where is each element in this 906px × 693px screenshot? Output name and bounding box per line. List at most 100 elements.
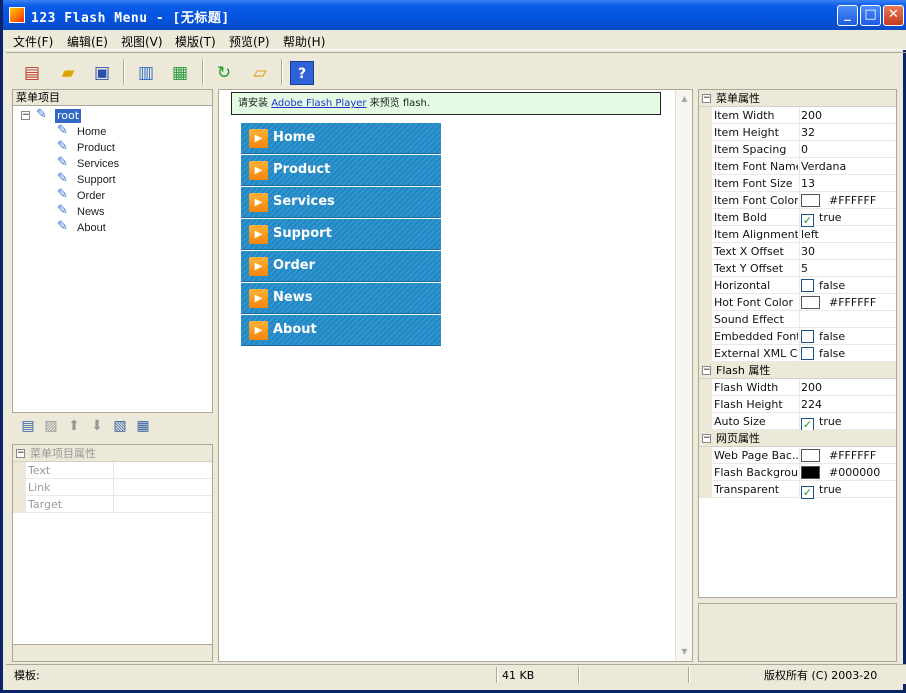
prop-row-text[interactable]: Text (13, 462, 212, 479)
help-icon[interactable]: ? (290, 61, 314, 85)
add-item-icon[interactable]: ▤ (19, 417, 37, 435)
checkbox[interactable] (801, 330, 814, 343)
prop-row[interactable]: Item Alignment left (699, 226, 896, 243)
prop-value[interactable]: #000000 (801, 465, 880, 480)
publish-icon[interactable]: ▦ (168, 61, 192, 85)
menu-file[interactable]: 文件(F) (13, 33, 53, 50)
prop-row[interactable]: Item Height 32 (699, 124, 896, 141)
prop-value[interactable]: left (801, 227, 819, 242)
prop-value[interactable]: ✓ true (801, 414, 842, 431)
prop-row[interactable]: Horizontal false (699, 277, 896, 294)
prop-row[interactable]: Text X Offset 30 (699, 243, 896, 260)
prop-row[interactable]: Embedded Font false (699, 328, 896, 345)
collapse-icon[interactable]: − (702, 434, 711, 443)
prop-value[interactable]: 224 (801, 397, 822, 412)
collapse-icon[interactable]: − (702, 366, 711, 375)
outdent-icon[interactable]: ▦ (134, 417, 152, 435)
prop-row[interactable]: Auto Size ✓ true (699, 413, 896, 431)
prop-value[interactable]: #FFFFFF (801, 295, 876, 310)
refresh-icon[interactable]: ↻ (212, 61, 236, 85)
color-swatch[interactable] (801, 466, 820, 479)
tree-item-product[interactable]: Product (77, 140, 115, 156)
color-swatch[interactable] (801, 449, 820, 462)
page-properties-header[interactable]: − 网页属性 (699, 430, 896, 447)
indent-icon[interactable]: ▧ (111, 417, 129, 435)
prop-row[interactable]: Transparent ✓ true (699, 481, 896, 499)
save-icon[interactable]: ▣ (90, 61, 114, 85)
prop-value[interactable]: Verdana (801, 159, 846, 174)
prop-row[interactable]: Item Bold ✓ true (699, 209, 896, 227)
prop-value[interactable]: false (801, 346, 845, 361)
tree-item-services[interactable]: Services (77, 156, 119, 172)
prop-row-target[interactable]: Target (13, 496, 212, 513)
maximize-button[interactable]: □ (860, 5, 881, 26)
flash-player-link[interactable]: Adobe Flash Player (271, 98, 366, 109)
scroll-down-arrow[interactable]: ▼ (677, 644, 692, 659)
prop-row[interactable]: Hot Font Color #FFFFFF (699, 294, 896, 311)
settings-folder-icon[interactable]: ▱ (248, 61, 272, 85)
tree-item-news[interactable]: News (77, 204, 105, 220)
color-swatch[interactable] (801, 194, 820, 207)
prop-value[interactable]: #FFFFFF (801, 193, 876, 208)
scroll-up-arrow[interactable]: ▲ (677, 91, 692, 106)
prop-value[interactable]: 30 (801, 244, 815, 259)
checkbox[interactable] (801, 347, 814, 360)
new-icon[interactable]: ▤ (20, 61, 44, 85)
menu-edit[interactable]: 编辑(E) (67, 33, 108, 50)
tree-item-order[interactable]: Order (77, 188, 105, 204)
preview-item-support[interactable]: ▶ Support (241, 219, 441, 250)
prop-value[interactable]: 13 (801, 176, 815, 191)
prop-value[interactable]: false (801, 278, 845, 293)
prop-value[interactable]: 200 (801, 108, 822, 123)
item-properties-header[interactable]: − 菜单项目属性 (13, 445, 212, 462)
prop-value[interactable]: 0 (801, 142, 808, 157)
tree-item-support[interactable]: Support (77, 172, 116, 188)
prop-row[interactable]: External XML C...false (699, 345, 896, 362)
color-swatch[interactable] (801, 296, 820, 309)
collapse-icon[interactable]: − (702, 94, 711, 103)
prop-value[interactable]: ✓ true (801, 210, 842, 227)
preview-scrollbar[interactable]: ▲ ▼ (675, 90, 692, 661)
preview-item-services[interactable]: ▶ Services (241, 187, 441, 218)
preview-item-home[interactable]: ▶ Home (241, 123, 441, 154)
tree-root[interactable]: root (55, 109, 82, 123)
preview-item-about[interactable]: ▶ About (241, 315, 441, 346)
menu-preview[interactable]: 预览(P) (229, 33, 270, 50)
move-down-icon[interactable]: ⬇ (88, 417, 106, 435)
prop-value[interactable]: 5 (801, 261, 808, 276)
collapse-icon[interactable]: − (16, 449, 25, 458)
open-folder-icon[interactable]: ▰ (56, 61, 80, 85)
preview-item-product[interactable]: ▶ Product (241, 155, 441, 186)
tree-item-home[interactable]: Home (77, 124, 106, 140)
prop-row[interactable]: Item Font Size 13 (699, 175, 896, 192)
title-bar[interactable]: 123 Flash Menu - [无标题] _ □ ✕ (3, 0, 906, 30)
prop-row[interactable]: Item Font Name Verdana (699, 158, 896, 175)
move-up-icon[interactable]: ⬆ (65, 417, 83, 435)
menu-template[interactable]: 模版(T) (175, 33, 216, 50)
menu-properties-header[interactable]: − 菜单属性 (699, 90, 896, 107)
prop-row[interactable]: Web Page Bac... #FFFFFF (699, 447, 896, 464)
preview-item-order[interactable]: ▶ Order (241, 251, 441, 282)
export-icon[interactable]: ▥ (134, 61, 158, 85)
preview-item-news[interactable]: ▶ News (241, 283, 441, 314)
minimize-button[interactable]: _ (837, 5, 858, 26)
prop-row[interactable]: Flash Height 224 (699, 396, 896, 413)
checkbox[interactable] (801, 279, 814, 292)
checkbox[interactable]: ✓ (801, 486, 814, 499)
prop-row-link[interactable]: Link (13, 479, 212, 496)
flash-properties-header[interactable]: − Flash 属性 (699, 362, 896, 379)
tree-item-about[interactable]: About (77, 220, 106, 236)
prop-value[interactable]: #FFFFFF (801, 448, 876, 463)
prop-value[interactable]: false (801, 329, 845, 344)
prop-value[interactable]: ✓ true (801, 482, 842, 499)
prop-row[interactable]: Sound Effect (699, 311, 896, 328)
close-button[interactable]: ✕ (883, 5, 904, 26)
prop-row[interactable]: Item Width 200 (699, 107, 896, 124)
delete-item-icon[interactable]: ▨ (42, 417, 60, 435)
menu-view[interactable]: 视图(V) (121, 33, 163, 50)
prop-row[interactable]: Flash Backgrou...#000000 (699, 464, 896, 481)
prop-value[interactable]: 32 (801, 125, 815, 140)
prop-value[interactable]: 200 (801, 380, 822, 395)
prop-row[interactable]: Flash Width 200 (699, 379, 896, 396)
prop-row[interactable]: Item Font Color #FFFFFF (699, 192, 896, 209)
